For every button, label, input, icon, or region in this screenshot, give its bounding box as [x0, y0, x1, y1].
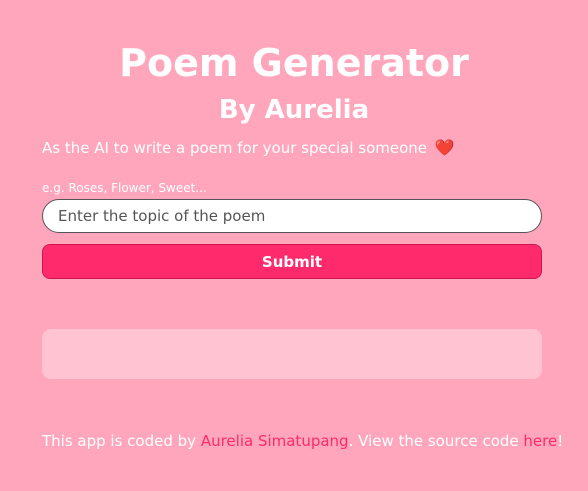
- footer-suffix: !: [557, 432, 564, 450]
- submit-button[interactable]: Submit: [42, 244, 542, 279]
- intro-text: As the AI to write a poem for your speci…: [42, 138, 455, 158]
- page-title: Poem Generator: [119, 41, 469, 85]
- topic-input[interactable]: [42, 199, 542, 233]
- heart-icon: ❤️: [434, 138, 455, 157]
- footer-prefix: This app is coded by: [42, 432, 201, 450]
- source-code-link[interactable]: here: [523, 432, 557, 450]
- input-hint: e.g. Roses, Flower, Sweet...: [42, 181, 207, 195]
- footer-middle: . View the source code: [348, 432, 524, 450]
- poem-output-box: [42, 329, 542, 379]
- poem-generator-page: Poem Generator By Aurelia As the AI to w…: [0, 0, 588, 491]
- author-link[interactable]: Aurelia Simatupang: [201, 432, 349, 450]
- footer-text: This app is coded by Aurelia Simatupang.…: [42, 431, 563, 451]
- page-subtitle: By Aurelia: [218, 95, 370, 125]
- intro-label: As the AI to write a poem for your speci…: [42, 139, 427, 157]
